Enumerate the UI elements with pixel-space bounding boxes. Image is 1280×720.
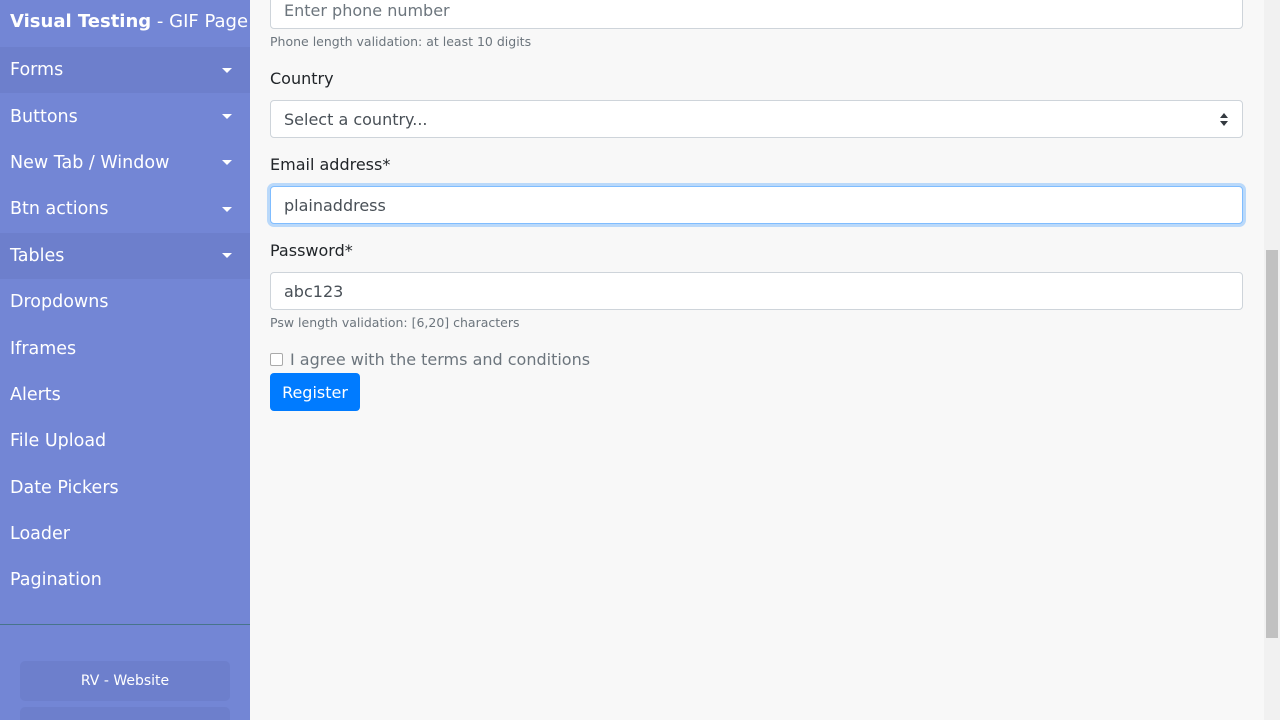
caret-down-icon xyxy=(222,114,232,120)
password-input[interactable]: abc123 xyxy=(270,272,1243,310)
register-button[interactable]: Register xyxy=(270,373,360,411)
country-select-value: Select a country... xyxy=(284,109,428,129)
sidebar-item-label: Dropdowns xyxy=(10,292,109,313)
sidebar-item-label: Iframes xyxy=(10,338,77,359)
sidebar-item-label: Alerts xyxy=(10,384,61,405)
caret-down-icon xyxy=(222,160,232,166)
password-label: Password* xyxy=(270,241,353,260)
sidebar-item-dropdowns[interactable]: Dropdowns xyxy=(0,279,250,325)
sidebar-item-date-pickers[interactable]: Date Pickers xyxy=(0,465,250,511)
sidebar-item-label: Btn actions xyxy=(10,199,109,220)
sidebar-item-label: Forms xyxy=(10,60,64,81)
sidebar-item-label: Buttons xyxy=(10,106,78,127)
sidebar-item-alerts[interactable]: Alerts xyxy=(0,372,250,418)
sidebar: Visual Testing - GIF Page Forms Buttons … xyxy=(0,0,250,720)
brand-title: Visual Testing xyxy=(10,11,152,32)
sidebar-item-label: New Tab / Window xyxy=(10,152,170,173)
scrollbar-thumb[interactable] xyxy=(1266,250,1278,638)
terms-row: I agree with the terms and conditions xyxy=(270,350,590,369)
sidebar-brand: Visual Testing - GIF Page xyxy=(0,0,250,47)
phone-help-text: Phone length validation: at least 10 dig… xyxy=(270,34,532,49)
select-arrows-icon xyxy=(1220,113,1228,126)
terms-label[interactable]: I agree with the terms and conditions xyxy=(290,350,590,369)
sidebar-item-iframes[interactable]: Iframes xyxy=(0,325,250,371)
password-help-text: Psw length validation: [6,20] characters xyxy=(270,315,520,330)
email-label: Email address* xyxy=(270,155,391,174)
sidebar-item-btn-actions[interactable]: Btn actions xyxy=(0,186,250,232)
country-label: Country xyxy=(270,69,334,88)
sidebar-item-loader[interactable]: Loader xyxy=(0,511,250,557)
sidebar-item-label: Pagination xyxy=(10,570,102,591)
sidebar-item-file-upload[interactable]: File Upload xyxy=(0,418,250,464)
sidebar-item-pagination[interactable]: Pagination xyxy=(0,557,250,603)
sidebar-divider xyxy=(0,624,250,625)
brand-subtitle: - GIF Page xyxy=(151,11,249,32)
caret-down-icon xyxy=(222,206,232,212)
email-input[interactable]: plainaddress xyxy=(270,186,1243,224)
sidebar-item-forms[interactable]: Forms xyxy=(0,47,250,94)
sidebar-item-label: Date Pickers xyxy=(10,477,119,498)
sidebar-item-new-tab-window[interactable]: New Tab / Window xyxy=(0,140,250,186)
caret-down-icon xyxy=(222,67,232,73)
sidebar-secondary-button[interactable] xyxy=(20,707,230,720)
sidebar-item-tables[interactable]: Tables xyxy=(0,232,250,279)
sidebar-item-label: Tables xyxy=(10,245,65,266)
sidebar-item-label: Loader xyxy=(10,524,70,545)
rv-website-button[interactable]: RV - Website xyxy=(20,661,230,701)
sidebar-item-label: File Upload xyxy=(10,431,107,452)
phone-input[interactable]: Enter phone number xyxy=(270,0,1243,29)
terms-checkbox[interactable] xyxy=(270,353,283,366)
country-select[interactable]: Select a country... xyxy=(270,100,1243,138)
sidebar-item-buttons[interactable]: Buttons xyxy=(0,93,250,139)
caret-down-icon xyxy=(222,253,232,259)
